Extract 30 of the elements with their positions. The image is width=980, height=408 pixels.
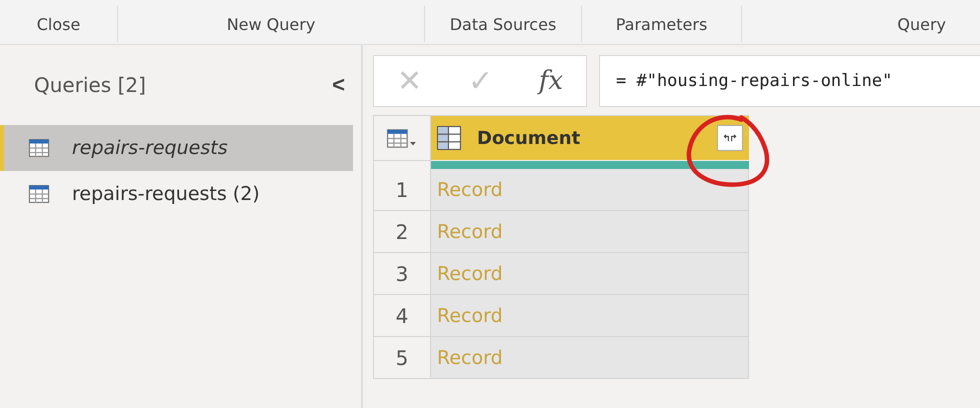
ribbon-group-label: Data Sources xyxy=(450,14,556,34)
cancel-button[interactable]: ✕ xyxy=(390,63,428,99)
table-cell[interactable]: Record xyxy=(431,253,749,295)
query-item[interactable]: repairs-requests (2) xyxy=(0,171,353,217)
row-number: 3 xyxy=(373,253,431,295)
table-cell[interactable]: Record xyxy=(431,211,749,253)
formula-field[interactable]: = #"housing-repairs-online" xyxy=(599,55,980,107)
pane-title: Queries [2] xyxy=(34,73,146,97)
ribbon-group-label: Close xyxy=(36,14,80,34)
query-item[interactable]: repairs-requests xyxy=(0,125,353,171)
ribbon-group-label: New Query xyxy=(226,14,316,34)
table-menu-icon[interactable] xyxy=(387,128,417,148)
ribbon-group-label: Query xyxy=(897,14,946,34)
column-title: Document xyxy=(477,128,582,148)
row-number: 2 xyxy=(373,211,431,253)
table-cell[interactable]: Record xyxy=(431,337,749,379)
table-icon xyxy=(28,185,50,203)
table-cell[interactable]: Record xyxy=(431,295,749,337)
row-number: 1 xyxy=(373,169,431,211)
table-cell[interactable]: Record xyxy=(431,169,749,211)
column-type-icon xyxy=(437,126,461,150)
commit-button[interactable]: ✓ xyxy=(462,63,499,99)
expand-column-icon[interactable] xyxy=(717,125,743,151)
row-number: 4 xyxy=(373,295,431,337)
insert-function-button[interactable]: fx xyxy=(532,66,570,96)
ribbon-group-label: Parameters xyxy=(616,14,708,34)
row-number: 5 xyxy=(373,337,431,379)
collapse-button[interactable]: < xyxy=(328,72,349,98)
column-header[interactable]: Document xyxy=(431,115,749,160)
table-icon xyxy=(28,139,50,157)
